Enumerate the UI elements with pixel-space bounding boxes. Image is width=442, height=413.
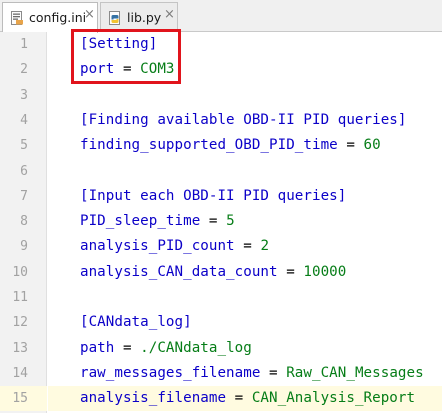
line-number: 9 [20, 239, 28, 255]
code-line[interactable]: analysis_PID_count = 2 [48, 234, 442, 259]
ini-equals: = [200, 213, 227, 230]
line-number: 6 [20, 163, 28, 179]
ini-equals: = [277, 263, 304, 280]
ini-equals: = [114, 61, 141, 78]
line-number: 1 [20, 37, 28, 52]
python-file-icon [108, 11, 122, 25]
line-number: 10 [12, 264, 28, 280]
code-line[interactable]: [Input each OBD-II PID queries] [48, 184, 442, 209]
code-line[interactable]: analysis_CAN_data_count = 10000 [48, 260, 442, 285]
ini-key: finding_supported_OBD_PID_time [80, 137, 338, 154]
code-text: analysis_CAN_data_count = 10000 [80, 264, 346, 280]
line-number-gutter: 1 2 3 4 5 6 7 8 9 10 11 12 13 14 15 [0, 32, 47, 413]
line-number: 14 [12, 365, 28, 381]
line-number: 15 [12, 391, 28, 407]
tab-config-ini[interactable]: config.ini × [2, 2, 98, 33]
code-text: raw_messages_filename = Raw_CAN_Messages [80, 365, 424, 381]
code-editor[interactable]: [Setting] port = COM3 [Finding available O… [48, 32, 442, 413]
code-text: PID_sleep_time = 5 [80, 213, 235, 229]
code-line[interactable]: [Setting] [48, 32, 442, 57]
code-text: finding_supported_OBD_PID_time = 60 [80, 137, 381, 153]
close-tab-icon[interactable]: × [164, 7, 175, 22]
line-number: 2 [20, 62, 28, 78]
code-text: analysis_PID_count = 2 [80, 238, 269, 254]
line-number: 3 [20, 87, 28, 103]
code-line[interactable] [48, 159, 442, 184]
ini-section-header: [CANdata_log] [80, 314, 192, 331]
config-file-icon [10, 11, 24, 25]
close-tab-icon[interactable]: × [84, 7, 95, 22]
tab-label: lib.py [127, 10, 162, 25]
code-text: analysis_filename = CAN_Analysis_Report [80, 390, 415, 406]
line-number: 13 [12, 340, 28, 356]
code-text: [Input each OBD-II PID queries] [80, 188, 346, 204]
code-line[interactable] [48, 285, 442, 310]
ini-value: 10000 [303, 263, 347, 280]
ini-equals: = [260, 364, 287, 381]
code-line[interactable]: finding_supported_OBD_PID_time = 60 [48, 133, 442, 158]
code-text: [CANdata_log] [80, 314, 192, 330]
code-line[interactable]: PID_sleep_time = 5 [48, 209, 442, 234]
line-number: 11 [12, 290, 28, 305]
ini-section-header: [Setting] [80, 36, 158, 52]
code-line[interactable]: [CANdata_log] [48, 310, 442, 335]
line-number: 4 [20, 112, 28, 128]
ini-key: raw_messages_filename [80, 364, 261, 381]
ini-value: 60 [363, 137, 381, 154]
ini-value: 5 [226, 213, 235, 230]
ini-section-header: [Finding available OBD-II PID queries] [80, 111, 407, 128]
ini-value: ./CANdata_log [140, 339, 252, 356]
ini-value: Raw_CAN_Messages [286, 364, 424, 381]
code-text: [Setting] [80, 36, 157, 52]
code-text: port = COM3 [80, 61, 175, 77]
code-line[interactable]: path = ./CANdata_log [48, 336, 442, 361]
ini-equals: = [226, 390, 252, 407]
line-number: 7 [20, 188, 28, 204]
code-text: path = ./CANdata_log [80, 340, 252, 356]
line-number: 8 [20, 214, 28, 230]
ini-key: port [80, 61, 115, 78]
ini-value: COM3 [140, 61, 175, 78]
code-line[interactable]: analysis_filename = CAN_Analysis_Report [48, 386, 442, 412]
ini-key: path [80, 339, 115, 356]
ini-key: PID_sleep_time [80, 213, 201, 230]
ini-equals: = [114, 339, 141, 356]
code-text: [Finding available OBD-II PID queries] [80, 112, 406, 128]
editor-tab-bar: config.ini × lib.py × [0, 0, 442, 33]
tab-lib-py[interactable]: lib.py × [100, 2, 178, 32]
tab-label: config.ini [29, 10, 87, 25]
ini-key: analysis_CAN_data_count [80, 263, 278, 280]
code-line[interactable]: raw_messages_filename = Raw_CAN_Messages [48, 361, 442, 386]
ini-value: 2 [260, 238, 270, 255]
ini-key: analysis_filename [80, 390, 227, 407]
ini-value: CAN_Analysis_Report [251, 390, 416, 407]
line-number: 5 [20, 138, 28, 154]
code-line[interactable] [48, 83, 442, 108]
code-line[interactable]: port = COM3 [48, 57, 442, 82]
ini-equals: = [337, 137, 364, 154]
ini-section-header: [Input each OBD-II PID queries] [80, 187, 347, 204]
code-line[interactable]: [Finding available OBD-II PID queries] [48, 108, 442, 133]
ini-key: analysis_PID_count [80, 238, 235, 255]
ini-equals: = [234, 238, 261, 255]
line-number: 12 [12, 315, 28, 331]
